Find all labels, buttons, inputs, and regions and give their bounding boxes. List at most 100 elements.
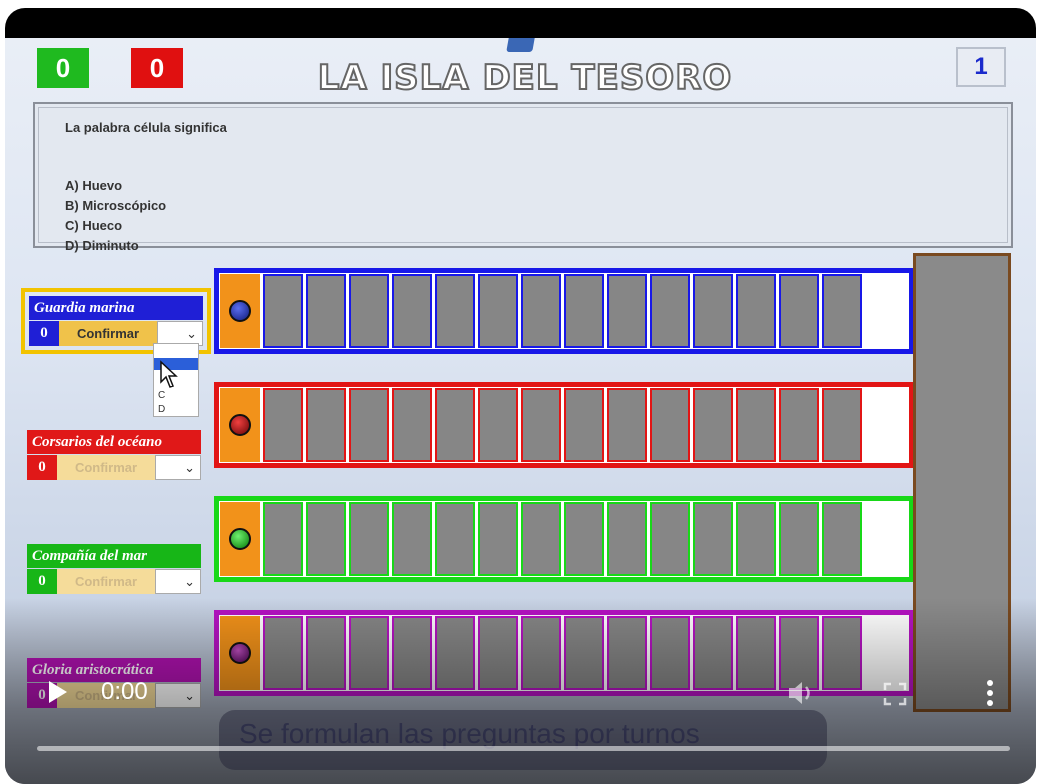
play-icon[interactable] [43,678,71,706]
red-score-box: 0 [131,48,183,88]
board-cell [736,616,776,690]
board-cell [607,274,647,348]
volume-icon[interactable] [785,678,817,708]
board-cell [822,616,862,690]
game-title: LA ISLA DEL TESORO [317,57,733,99]
board-cell [736,274,776,348]
option-a: A) Huevo [65,178,123,193]
board-cell [607,388,647,462]
board-cell [349,502,389,576]
option-d: D) Diminuto [65,238,139,253]
mouse-cursor-icon [160,360,178,388]
time-display: 0:00 [101,678,148,705]
board-cell [779,502,819,576]
team-name: Guardia marina [29,296,203,320]
video-caption: Se formulan las preguntas por turnos [219,710,827,770]
board-cell [478,502,518,576]
dropdown-option-c[interactable]: C [158,390,165,401]
board-cell [779,274,819,348]
answer-select[interactable]: ⌄ [155,569,201,594]
board-cell [822,502,862,576]
board-cell [650,274,690,348]
start-cell [220,274,260,348]
chevron-down-icon: ⌄ [184,687,195,703]
team-token [229,528,251,550]
board-cell [263,502,303,576]
board-cell [779,388,819,462]
board-cell [693,616,733,690]
board-cell [478,274,518,348]
start-cell [220,502,260,576]
video-player[interactable]: 0 0 LA ISLA DEL TESORO 1 La palabra célu… [5,8,1036,784]
board-cell [693,274,733,348]
confirm-button[interactable]: Confirmar [57,569,155,594]
chevron-down-icon: ⌄ [186,325,197,341]
question-panel: La palabra célula significa A) Huevo B) … [33,102,1013,253]
round-counter: 1 [956,47,1006,87]
board-cell [521,502,561,576]
board-cell [306,388,346,462]
confirm-button[interactable]: Confirmar [59,321,157,346]
team-score: 0 [27,569,57,594]
option-c: C) Hueco [65,218,123,233]
board-cell [521,616,561,690]
board-cell [349,616,389,690]
team-token [229,300,251,322]
team-name: Compañía del mar [27,544,201,568]
team-panel-corsarios: Corsarios del océano 0 Confirmar ⌄ [27,430,201,480]
board-cell [435,502,475,576]
team-score: 0 [29,321,59,346]
board-cell [263,388,303,462]
chevron-down-icon: ⌄ [184,573,195,589]
option-b: B) Microscópico [65,198,167,213]
board-cell [306,616,346,690]
confirm-button[interactable]: Confirmar [57,455,155,480]
fullscreen-icon[interactable] [883,682,907,706]
board-cell [607,502,647,576]
board-cell [564,388,604,462]
board-cell [822,274,862,348]
answer-select[interactable]: ⌄ [155,455,201,480]
board-cell [564,502,604,576]
chevron-down-icon: ⌄ [184,459,195,475]
board-cell [306,274,346,348]
team-token [229,414,251,436]
team-token [229,642,251,664]
board-cell [349,274,389,348]
board-cell [263,274,303,348]
board-cell [349,388,389,462]
board-cell [392,274,432,348]
board-cell [392,388,432,462]
board-cell [650,616,690,690]
board-cell [822,388,862,462]
answer-select[interactable]: ⌄ [155,683,201,708]
board-cell [650,388,690,462]
diamond-icon [506,38,536,52]
board-cell [607,616,647,690]
question-text: La palabra célula significa [65,120,227,135]
track-compania [214,496,914,582]
green-score-box: 0 [37,48,89,88]
board-cell [564,616,604,690]
start-cell [220,388,260,462]
video-progress-bar[interactable] [37,746,1010,751]
board-cell [693,502,733,576]
track-corsarios [214,382,914,468]
board-cell [392,616,432,690]
board-cell [521,388,561,462]
dropdown-option-d[interactable]: D [158,404,165,415]
board-cell [306,502,346,576]
board-cell [564,274,604,348]
board-cell [693,388,733,462]
start-cell [220,616,260,690]
board-cell [435,274,475,348]
board-cell [478,616,518,690]
track-guardia-marina [214,268,914,354]
more-options-icon[interactable] [985,678,995,708]
board-cell [736,502,776,576]
board-cell [263,616,303,690]
team-score: 0 [27,455,57,480]
game-board: 0 0 LA ISLA DEL TESORO 1 La palabra célu… [5,38,1036,784]
board-cell [435,616,475,690]
team-name: Corsarios del océano [27,430,201,454]
